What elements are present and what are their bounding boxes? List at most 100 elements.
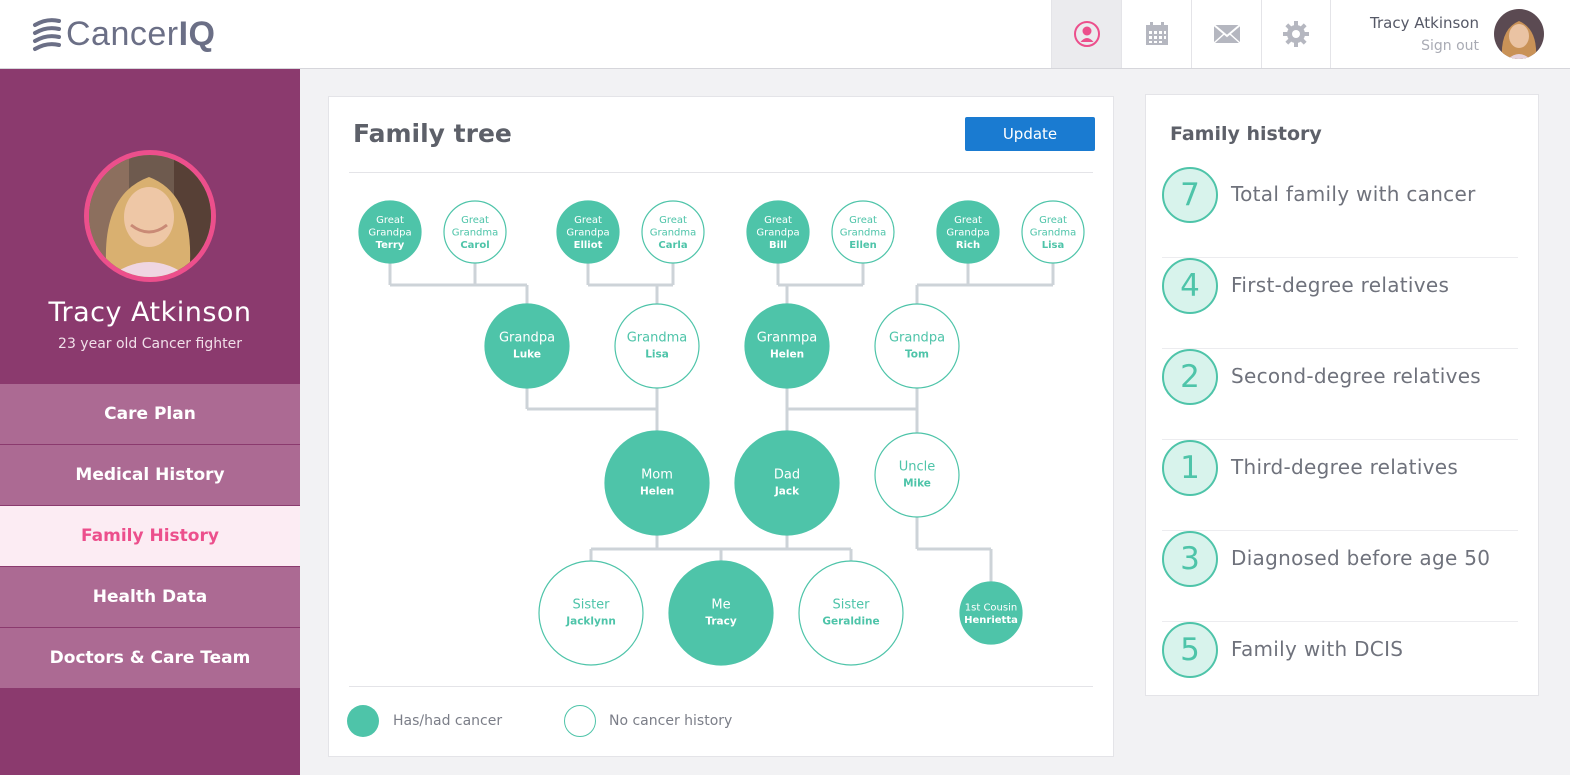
stat-value: 4	[1162, 258, 1218, 314]
profile-subtitle: 23 year old Cancer fighter	[58, 336, 242, 352]
profile-photo	[84, 150, 216, 282]
tree-node-gg-rich[interactable]: Great GrandpaRich	[936, 200, 1000, 264]
tree-node-circle[interactable]	[734, 430, 840, 536]
tree-node-gg-elliot[interactable]: Great GrandpaElliot	[556, 200, 620, 264]
profile-nav-button[interactable]	[1051, 0, 1121, 68]
tree-node-role: Grandpa	[566, 228, 609, 239]
stat-value: 3	[1162, 531, 1218, 587]
tree-node-role: Grandma	[650, 228, 697, 239]
family-history-title: Family history	[1170, 123, 1322, 145]
tree-node-role: Sister	[832, 598, 870, 613]
mail-icon	[1212, 24, 1241, 44]
settings-nav-button[interactable]	[1261, 0, 1331, 68]
tree-node-circle[interactable]	[744, 303, 830, 389]
divider	[349, 686, 1093, 687]
tree-node-role: Grandpa	[499, 331, 555, 346]
stat-row: 2 Second-degree relatives	[1162, 349, 1518, 440]
sidebar-item-health-data[interactable]: Health Data	[0, 567, 300, 628]
tree-node-role: Great	[1039, 215, 1067, 226]
stat-row: 4 First-degree relatives	[1162, 258, 1518, 349]
tree-node-circle[interactable]	[484, 303, 570, 389]
sidebar-item-medical-history[interactable]: Medical History	[0, 445, 300, 506]
tree-node-role: Uncle	[899, 460, 936, 475]
tree-node-c-geraldine[interactable]: Sister Geraldine	[798, 560, 904, 666]
tree-node-g-lisa[interactable]: Grandma Lisa	[614, 303, 700, 389]
logo-mark-icon	[33, 18, 61, 51]
tree-node-g-tom[interactable]: Grandpa Tom	[874, 303, 960, 389]
profile-name: Tracy Atkinson	[48, 297, 252, 328]
sidebar-item-family-history[interactable]: Family History	[0, 506, 300, 567]
stat-label: First-degree relatives	[1231, 273, 1450, 297]
tree-node-name: Carla	[658, 240, 687, 251]
profile-photo-image	[89, 155, 211, 277]
tree-node-circle[interactable]	[614, 303, 700, 389]
tree-node-role: Grandma	[452, 228, 499, 239]
family-history-card: Family history 7 Total family with cance…	[1145, 94, 1539, 696]
sidebar-item-doctors-care-team[interactable]: Doctors & Care Team	[0, 628, 300, 689]
tree-node-role: Granmpa	[757, 331, 818, 346]
tree-node-role: Grandma	[1030, 228, 1077, 239]
tree-node-gg-lisa[interactable]: Great GrandmaLisa	[1021, 200, 1085, 264]
profile-icon	[1073, 21, 1100, 47]
sign-out-link[interactable]: Sign out	[1421, 38, 1479, 54]
tree-node-circle[interactable]	[538, 560, 644, 666]
stat-label: Third-degree relatives	[1231, 455, 1459, 479]
tree-node-role: Me	[711, 598, 730, 613]
tree-node-role: Great	[461, 215, 489, 226]
tree-node-circle[interactable]	[798, 560, 904, 666]
tree-node-role: Grandma	[627, 331, 688, 346]
top-header: CancerIQ Tracy Atkinson Sign out	[0, 0, 1570, 69]
stat-value: 2	[1162, 349, 1218, 405]
tree-node-gg-bill[interactable]: Great GrandpaBill	[746, 200, 810, 264]
tree-node-name: Lisa	[1042, 240, 1065, 251]
stat-label: Second-degree relatives	[1231, 364, 1482, 388]
tree-node-role: Grandpa	[368, 228, 411, 239]
tree-node-name: Jack	[774, 486, 800, 498]
stat-value: 5	[1162, 622, 1218, 678]
tree-node-gg-carol[interactable]: Great GrandmaCarol	[443, 200, 507, 264]
stat-row: 5 Family with DCIS	[1162, 622, 1518, 713]
stat-label: Diagnosed before age 50	[1231, 546, 1491, 570]
sidebar: Tracy Atkinson 23 year old Cancer fighte…	[0, 69, 300, 775]
tree-node-name: Geraldine	[822, 616, 879, 628]
tree-node-name: Elliot	[574, 240, 603, 251]
tree-node-p-uncle[interactable]: Uncle Mike	[874, 432, 960, 518]
tree-node-name: Tracy	[705, 616, 736, 628]
tree-node-c-me[interactable]: Me Tracy	[668, 560, 774, 666]
logo-text: CancerIQ	[66, 15, 216, 53]
tree-node-name: Luke	[513, 349, 541, 361]
tree-node-g-helen[interactable]: Granmpa Helen	[744, 303, 830, 389]
legend-cancer-label: Has/had cancer	[393, 713, 503, 729]
tree-node-name: Henrietta	[964, 615, 1018, 626]
tree-node-circle[interactable]	[668, 560, 774, 666]
tree-node-circle[interactable]	[874, 432, 960, 518]
stat-row: 1 Third-degree relatives	[1162, 440, 1518, 531]
tree-node-p-mom[interactable]: Mom Helen	[604, 430, 710, 536]
tree-node-c-jacklynn[interactable]: Sister Jacklynn	[538, 560, 644, 666]
tree-node-name: Lisa	[645, 349, 669, 361]
mail-nav-button[interactable]	[1191, 0, 1261, 68]
tree-node-circle[interactable]	[604, 430, 710, 536]
tree-node-gg-terry[interactable]: Great GrandpaTerry	[358, 200, 422, 264]
tree-node-name: Terry	[376, 240, 405, 251]
sidebar-item-care-plan[interactable]: Care Plan	[0, 384, 300, 445]
avatar[interactable]	[1494, 9, 1544, 59]
tree-node-role: Sister	[572, 598, 610, 613]
tree-node-name: Rich	[956, 240, 980, 251]
user-photo-icon	[1494, 9, 1544, 59]
tree-node-gg-ellen[interactable]: Great GrandmaEllen	[831, 200, 895, 264]
cancer-iq-logo[interactable]: CancerIQ	[32, 16, 216, 52]
tree-node-p-dad[interactable]: Dad Jack	[734, 430, 840, 536]
tree-node-role: Grandpa	[756, 228, 799, 239]
stat-value: 1	[1162, 440, 1218, 496]
stat-value: 7	[1162, 167, 1218, 223]
calendar-nav-button[interactable]	[1121, 0, 1191, 68]
tree-node-c-henrietta[interactable]: 1st Cousin Henrietta	[959, 581, 1023, 645]
tree-node-gg-carla[interactable]: Great GrandmaCarla	[641, 200, 705, 264]
tree-node-g-luke[interactable]: Grandpa Luke	[484, 303, 570, 389]
tree-node-name: Mike	[903, 478, 931, 490]
header-user-name: Tracy Atkinson	[1370, 14, 1479, 32]
tree-node-name: Helen	[640, 486, 674, 498]
tree-node-circle[interactable]	[874, 303, 960, 389]
tree-node-name: Jacklynn	[565, 616, 616, 628]
